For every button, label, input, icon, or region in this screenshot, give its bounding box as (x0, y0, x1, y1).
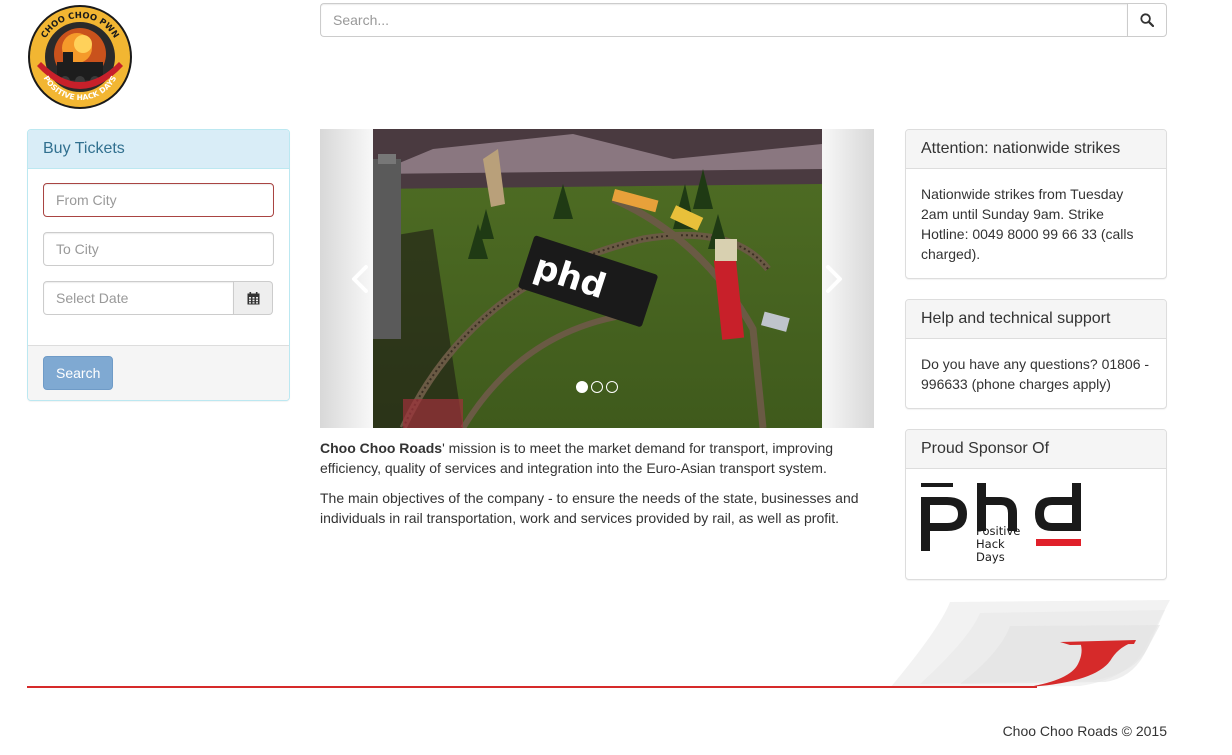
support-panel: Help and technical support Do you have a… (905, 299, 1167, 409)
site-logo[interactable]: CHOO CHOO PWN POSITIVE HACK DAYS (27, 4, 133, 110)
sponsor-logo-line-3: Days (976, 550, 1005, 564)
carousel-next-button[interactable] (814, 259, 854, 299)
footer-swoosh-decoration (890, 600, 1170, 688)
carousel-indicator-1[interactable] (576, 381, 588, 393)
chevron-right-icon (826, 265, 842, 293)
search-tickets-button[interactable]: Search (43, 356, 114, 390)
site-search-input[interactable] (320, 3, 1127, 37)
chevron-left-icon (352, 265, 368, 293)
search-icon (1140, 13, 1154, 27)
from-city-input[interactable] (43, 183, 274, 217)
mission-company-name: Choo Choo Roads (320, 440, 443, 456)
date-input[interactable] (43, 281, 234, 315)
carousel-indicator-3[interactable] (606, 381, 618, 393)
sponsor-title: Proud Sponsor Of (906, 430, 1166, 469)
attention-title: Attention: nationwide strikes (906, 130, 1166, 169)
attention-panel: Attention: nationwide strikes Nationwide… (905, 129, 1167, 279)
buy-tickets-title: Buy Tickets (28, 130, 289, 169)
attention-body: Nationwide strikes from Tuesday 2am unti… (921, 186, 1134, 262)
site-search-button[interactable] (1127, 3, 1167, 37)
sponsor-panel: Proud Sponsor Of Positive Hack Days (905, 429, 1167, 580)
image-carousel: phd (320, 129, 874, 428)
calendar-icon (247, 291, 259, 304)
phd-sponsor-logo[interactable]: Positive Hack Days (921, 483, 1083, 565)
sponsor-logo-line-1: Positive (976, 524, 1020, 538)
date-picker-group (43, 281, 273, 315)
carousel-indicator-2[interactable] (591, 381, 603, 393)
to-city-input[interactable] (43, 232, 274, 266)
buy-tickets-panel: Buy Tickets Search (27, 129, 290, 401)
carousel-indicators (576, 381, 618, 393)
calendar-button[interactable] (234, 281, 273, 315)
footer-copyright: Choo Choo Roads © 2015 (1002, 723, 1167, 739)
mission-paragraph-2: The main objectives of the company - to … (320, 490, 859, 526)
footer-divider (27, 686, 1037, 688)
support-title: Help and technical support (906, 300, 1166, 339)
carousel-prev-button[interactable] (340, 259, 380, 299)
site-search (320, 3, 1167, 37)
buy-tickets-footer: Search (28, 345, 289, 400)
mission-text: Choo Choo Roads' mission is to meet the … (320, 438, 876, 538)
mission-paragraph-1: Choo Choo Roads' mission is to meet the … (320, 438, 876, 478)
sponsor-logo-line-2: Hack (976, 537, 1005, 551)
support-body: Do you have any questions? 01806 - 99663… (921, 356, 1150, 392)
